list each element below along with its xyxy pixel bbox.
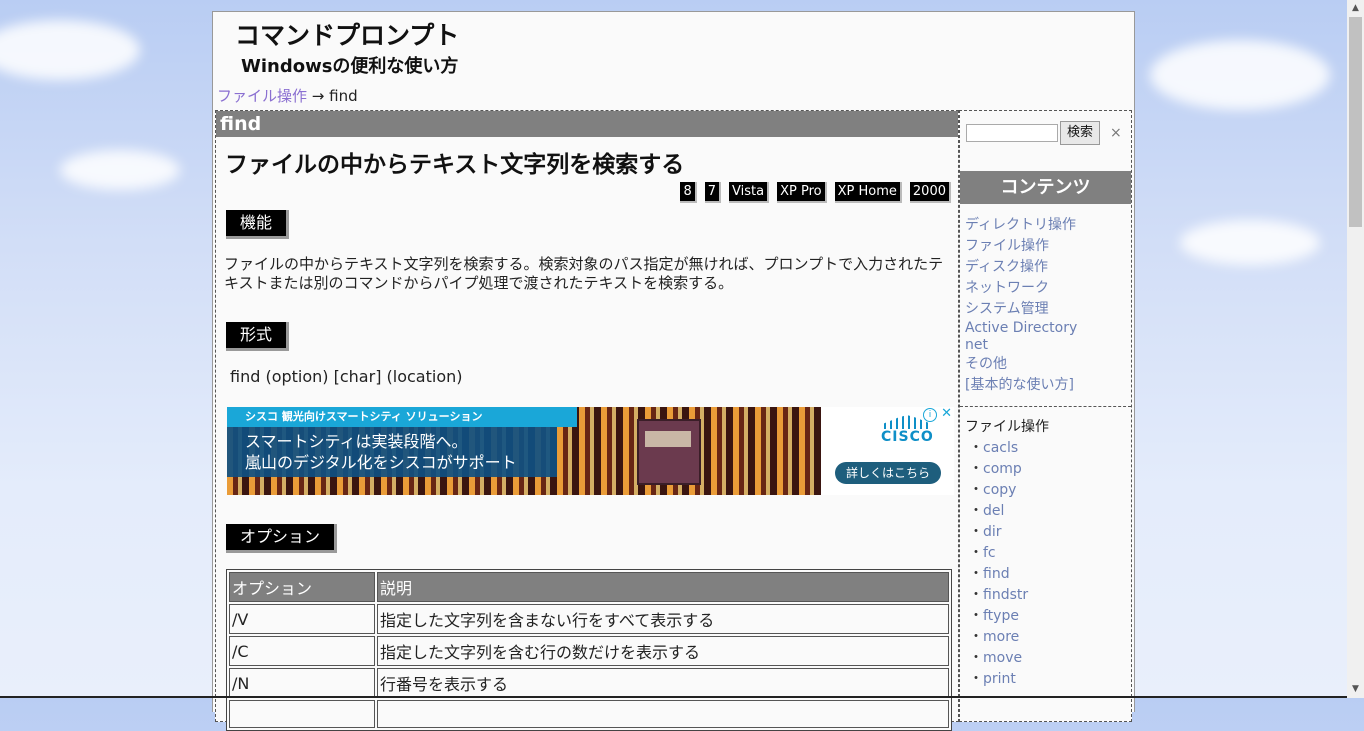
nav-link[interactable]: ディレクトリ操作 xyxy=(965,215,1077,236)
breadcrumb-current: find xyxy=(329,87,358,105)
list-item-link[interactable]: fc xyxy=(965,543,1049,564)
command-header: find xyxy=(216,111,958,137)
background-cloud xyxy=(1150,40,1330,110)
breadcrumb: ファイル操作 → find xyxy=(217,85,358,106)
os-tag: XP Home xyxy=(834,182,902,203)
table-cell-option: /V xyxy=(229,604,375,634)
table-cell-description: 指定した文字列を含まない行をすべて表示する xyxy=(377,604,949,634)
nav-link[interactable]: システム管理 xyxy=(965,299,1077,320)
list-item-link[interactable]: find xyxy=(965,564,1049,585)
list-item-link[interactable]: del xyxy=(965,501,1049,522)
search-input[interactable] xyxy=(966,124,1058,142)
background-cloud xyxy=(1180,220,1320,265)
nav-link[interactable]: その他 xyxy=(965,354,1077,375)
list-item-link[interactable]: dir xyxy=(965,522,1049,543)
sidebar-divider xyxy=(960,406,1131,407)
options-table: オプション 説明 /V 指定した文字列を含まない行をすべて表示する /C 指定し… xyxy=(226,569,952,731)
nav-link[interactable]: ディスク操作 xyxy=(965,257,1077,278)
os-tag: Vista xyxy=(729,182,770,203)
nav-link[interactable]: ファイル操作 xyxy=(965,236,1077,257)
ad-line1: スマートシティは実装段階へ。 xyxy=(245,432,468,451)
list-item-link[interactable]: ftype xyxy=(965,606,1049,627)
ad-brand-panel: CISCO 詳しくはこちら i ✕ xyxy=(821,407,954,495)
search-clear-icon[interactable]: × xyxy=(1110,125,1122,141)
down-arrow-icon[interactable]: ▼ xyxy=(1347,681,1364,698)
list-item-link[interactable]: comp xyxy=(965,459,1049,480)
table-cell-option: /N xyxy=(229,668,375,698)
page-title: ファイルの中からテキスト文字列を検索する xyxy=(225,152,685,178)
ad-headline: スマートシティは実装段階へ。 嵐山のデジタル化をシスコがサポート xyxy=(227,427,557,477)
contents-header: コンテンツ xyxy=(960,171,1131,204)
os-tags: 8 7 Vista XP Pro XP Home 2000 xyxy=(680,182,951,203)
table-row: /N 行番号を表示する xyxy=(229,668,949,698)
contents-nav: ディレクトリ操作 ファイル操作 ディスク操作 ネットワーク システム管理 Act… xyxy=(965,215,1077,396)
list-item-link[interactable]: copy xyxy=(965,480,1049,501)
vertical-scrollbar[interactable]: ▲ ▼ xyxy=(1347,0,1364,698)
table-row xyxy=(229,700,949,728)
file-ops-list: ファイル操作 cacls comp copy del dir fc find f… xyxy=(965,417,1049,690)
ad-info-icon[interactable]: i xyxy=(923,408,937,422)
os-tag: 8 xyxy=(680,182,697,203)
site-subtitle: Windowsの便利な使い方 xyxy=(241,56,459,77)
scrollbar-thumb[interactable] xyxy=(1349,17,1362,227)
breadcrumb-arrow: → xyxy=(311,87,325,105)
advertisement-banner[interactable]: シスコ 観光向けスマートシティ ソリューション スマートシティは実装段階へ。 嵐… xyxy=(227,407,954,495)
description-text: ファイルの中からテキスト文字列を検索する。検索対象のパス指定が無ければ、プロンプ… xyxy=(224,255,944,292)
function-label: 機能 xyxy=(226,210,290,239)
nav-link[interactable]: net xyxy=(965,337,1077,354)
search-button[interactable]: 検索 xyxy=(1060,121,1101,145)
list-item-link[interactable]: cacls xyxy=(965,438,1049,459)
file-ops-title: ファイル操作 xyxy=(965,419,1049,435)
background-cloud xyxy=(60,150,180,190)
list-item-link[interactable]: move xyxy=(965,648,1049,669)
nav-link[interactable]: Active Directory xyxy=(965,320,1077,337)
ad-line2: 嵐山のデジタル化をシスコがサポート xyxy=(245,453,517,472)
table-row: /C 指定した文字列を含む行の数だけを表示する xyxy=(229,636,949,666)
breadcrumb-link[interactable]: ファイル操作 xyxy=(217,87,307,105)
main-content: find ファイルの中からテキスト文字列を検索する 8 7 Vista XP P… xyxy=(215,110,959,731)
ad-cta-button[interactable]: 詳しくはこちら xyxy=(835,462,941,484)
table-cell-description: 行番号を表示する xyxy=(377,668,949,698)
ad-tram-image xyxy=(637,419,701,485)
site-title[interactable]: コマンドプロンプト xyxy=(235,16,459,52)
os-tag: 2000 xyxy=(909,182,951,203)
background-cloud xyxy=(0,20,140,80)
ad-close-icon[interactable]: ✕ xyxy=(941,407,952,421)
sidebar: 検索 × コンテンツ ディレクトリ操作 ファイル操作 ディスク操作 ネットワーク… xyxy=(959,110,1132,722)
syntax-text: find (option) [char] (location) xyxy=(230,367,463,386)
up-arrow-icon[interactable]: ▲ xyxy=(1347,0,1364,17)
os-tag: 7 xyxy=(704,182,722,203)
table-header-row: オプション 説明 xyxy=(229,572,949,602)
nav-link[interactable]: ネットワーク xyxy=(965,278,1077,299)
table-cell-description: 指定した文字列を含む行の数だけを表示する xyxy=(377,636,949,666)
table-cell-description xyxy=(377,700,949,728)
list-item-link[interactable]: more xyxy=(965,627,1049,648)
format-label: 形式 xyxy=(226,322,290,351)
options-label: オプション xyxy=(226,524,338,553)
list-item-link[interactable]: findstr xyxy=(965,585,1049,606)
table-header-description: 説明 xyxy=(377,572,949,602)
table-row: /V 指定した文字列を含まない行をすべて表示する xyxy=(229,604,949,634)
ad-top-text: シスコ 観光向けスマートシティ ソリューション xyxy=(227,407,577,427)
page-container: コマンドプロンプト Windowsの便利な使い方 ファイル操作 → find f… xyxy=(212,11,1135,731)
table-header-option: オプション xyxy=(229,572,375,602)
table-cell-option xyxy=(229,700,375,728)
table-cell-option: /C xyxy=(229,636,375,666)
nav-link[interactable]: [基本的な使い方] xyxy=(965,375,1077,396)
ad-brand: CISCO xyxy=(881,429,934,445)
os-tag: XP Pro xyxy=(777,182,827,203)
list-item-link[interactable]: print xyxy=(965,669,1049,690)
